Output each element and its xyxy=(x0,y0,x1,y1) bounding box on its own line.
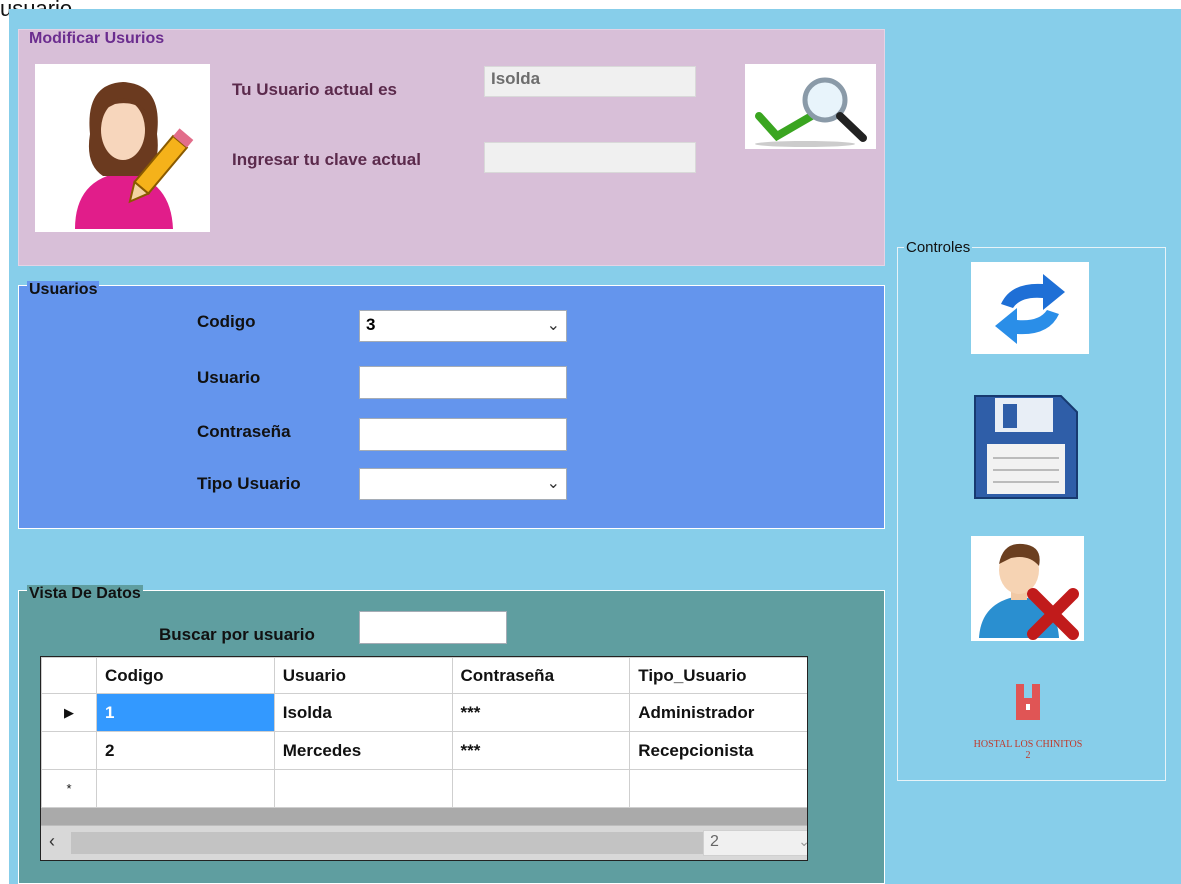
search-check-icon xyxy=(755,77,867,147)
group-title: Vista De Datos xyxy=(27,585,143,603)
grid-cell[interactable]: 2 xyxy=(96,731,275,770)
new-row-marker[interactable]: * xyxy=(41,769,97,808)
modificar-usuarios-group: Modificar Usurios Tu Usuario actual es I… xyxy=(18,29,885,266)
refresh-icon xyxy=(995,274,1065,344)
save-icon xyxy=(974,395,1078,499)
delete-user-button[interactable] xyxy=(971,536,1084,641)
save-button[interactable] xyxy=(973,394,1079,500)
usuarios-group: Usuarios Codigo 3 ⌄ Usuario Contraseña T… xyxy=(18,281,885,529)
tipo-usuario-label: Tipo Usuario xyxy=(197,474,301,493)
scroll-left-icon[interactable]: ‹ xyxy=(49,831,55,852)
group-title: Controles xyxy=(904,239,973,256)
codigo-combo[interactable]: 3 ⌄ xyxy=(359,310,567,342)
horizontal-scrollbar[interactable]: ‹ 2 ⌄ xyxy=(41,825,807,860)
hostal-logo-text: HOSTAL LOS CHINITOS 2 xyxy=(973,739,1083,761)
current-user-field[interactable]: Isolda xyxy=(484,66,696,97)
chevron-down-icon[interactable]: ⌄ xyxy=(547,315,560,335)
grid-cell[interactable] xyxy=(273,769,453,808)
hostal-logo: HOSTAL LOS CHINITOS 2 xyxy=(972,678,1084,770)
grid-cell[interactable]: Administrador xyxy=(629,693,807,732)
row-selector[interactable]: ▶ xyxy=(41,693,97,732)
table-row[interactable]: 2 Mercedes *** Recepcionista xyxy=(41,731,807,770)
delete-user-icon xyxy=(979,543,1079,640)
codigo-value: 3 xyxy=(366,315,376,334)
column-header[interactable]: Tipo_Usuario xyxy=(629,657,807,694)
current-password-label: Ingresar tu clave actual xyxy=(232,150,421,169)
tipo-usuario-combo[interactable]: ⌄ xyxy=(359,468,567,500)
usuario-label: Usuario xyxy=(197,368,261,387)
current-password-field[interactable] xyxy=(484,142,696,173)
grid-cell[interactable]: Isolda xyxy=(273,693,453,732)
grid-header-row: Codigo Usuario Contraseña Tipo_Usuario xyxy=(41,657,807,694)
grid-cell[interactable] xyxy=(96,769,275,808)
page-selector[interactable]: 2 ⌄ xyxy=(703,830,807,856)
controles-group: Controles HOSTAL LOS CHINITOS 2 xyxy=(897,239,1166,781)
new-row[interactable]: * xyxy=(41,769,807,808)
row-header-corner xyxy=(41,657,97,694)
buscar-input[interactable] xyxy=(359,611,507,644)
buscar-label: Buscar por usuario xyxy=(159,625,315,644)
grid-cell[interactable] xyxy=(629,769,807,808)
row-selector[interactable] xyxy=(41,731,97,770)
column-header[interactable]: Codigo xyxy=(96,657,275,694)
current-user-label: Tu Usuario actual es xyxy=(232,80,398,99)
column-header[interactable]: Usuario xyxy=(273,657,453,694)
group-title: Usuarios xyxy=(27,281,100,299)
grid-cell[interactable] xyxy=(451,769,631,808)
verify-button[interactable] xyxy=(745,64,876,149)
user-edit-avatar xyxy=(35,64,210,232)
codigo-label: Codigo xyxy=(197,312,256,331)
scroll-thumb[interactable] xyxy=(71,832,731,854)
contrasena-label: Contraseña xyxy=(197,422,291,441)
grid-cell[interactable]: 1 xyxy=(96,693,275,732)
users-data-grid[interactable]: Codigo Usuario Contraseña Tipo_Usuario ▶… xyxy=(40,656,808,861)
group-title: Modificar Usurios xyxy=(27,30,167,48)
refresh-button[interactable] xyxy=(971,262,1089,354)
hostal-logo-icon xyxy=(1016,684,1040,720)
grid-cell[interactable]: Recepcionista xyxy=(629,731,807,770)
grid-cell[interactable]: *** xyxy=(451,731,631,770)
grid-cell[interactable]: *** xyxy=(451,693,631,732)
table-row[interactable]: ▶ 1 Isolda *** Administrador xyxy=(41,693,807,732)
chevron-down-icon[interactable]: ⌄ xyxy=(547,473,560,493)
contrasena-input[interactable] xyxy=(359,418,567,451)
female-user-edit-icon xyxy=(75,82,194,229)
grid-cell[interactable]: Mercedes xyxy=(273,731,453,770)
usuario-input[interactable] xyxy=(359,366,567,399)
page-value: 2 xyxy=(710,833,719,850)
column-header[interactable]: Contraseña xyxy=(451,657,631,694)
chevron-down-icon[interactable]: ⌄ xyxy=(798,833,807,850)
